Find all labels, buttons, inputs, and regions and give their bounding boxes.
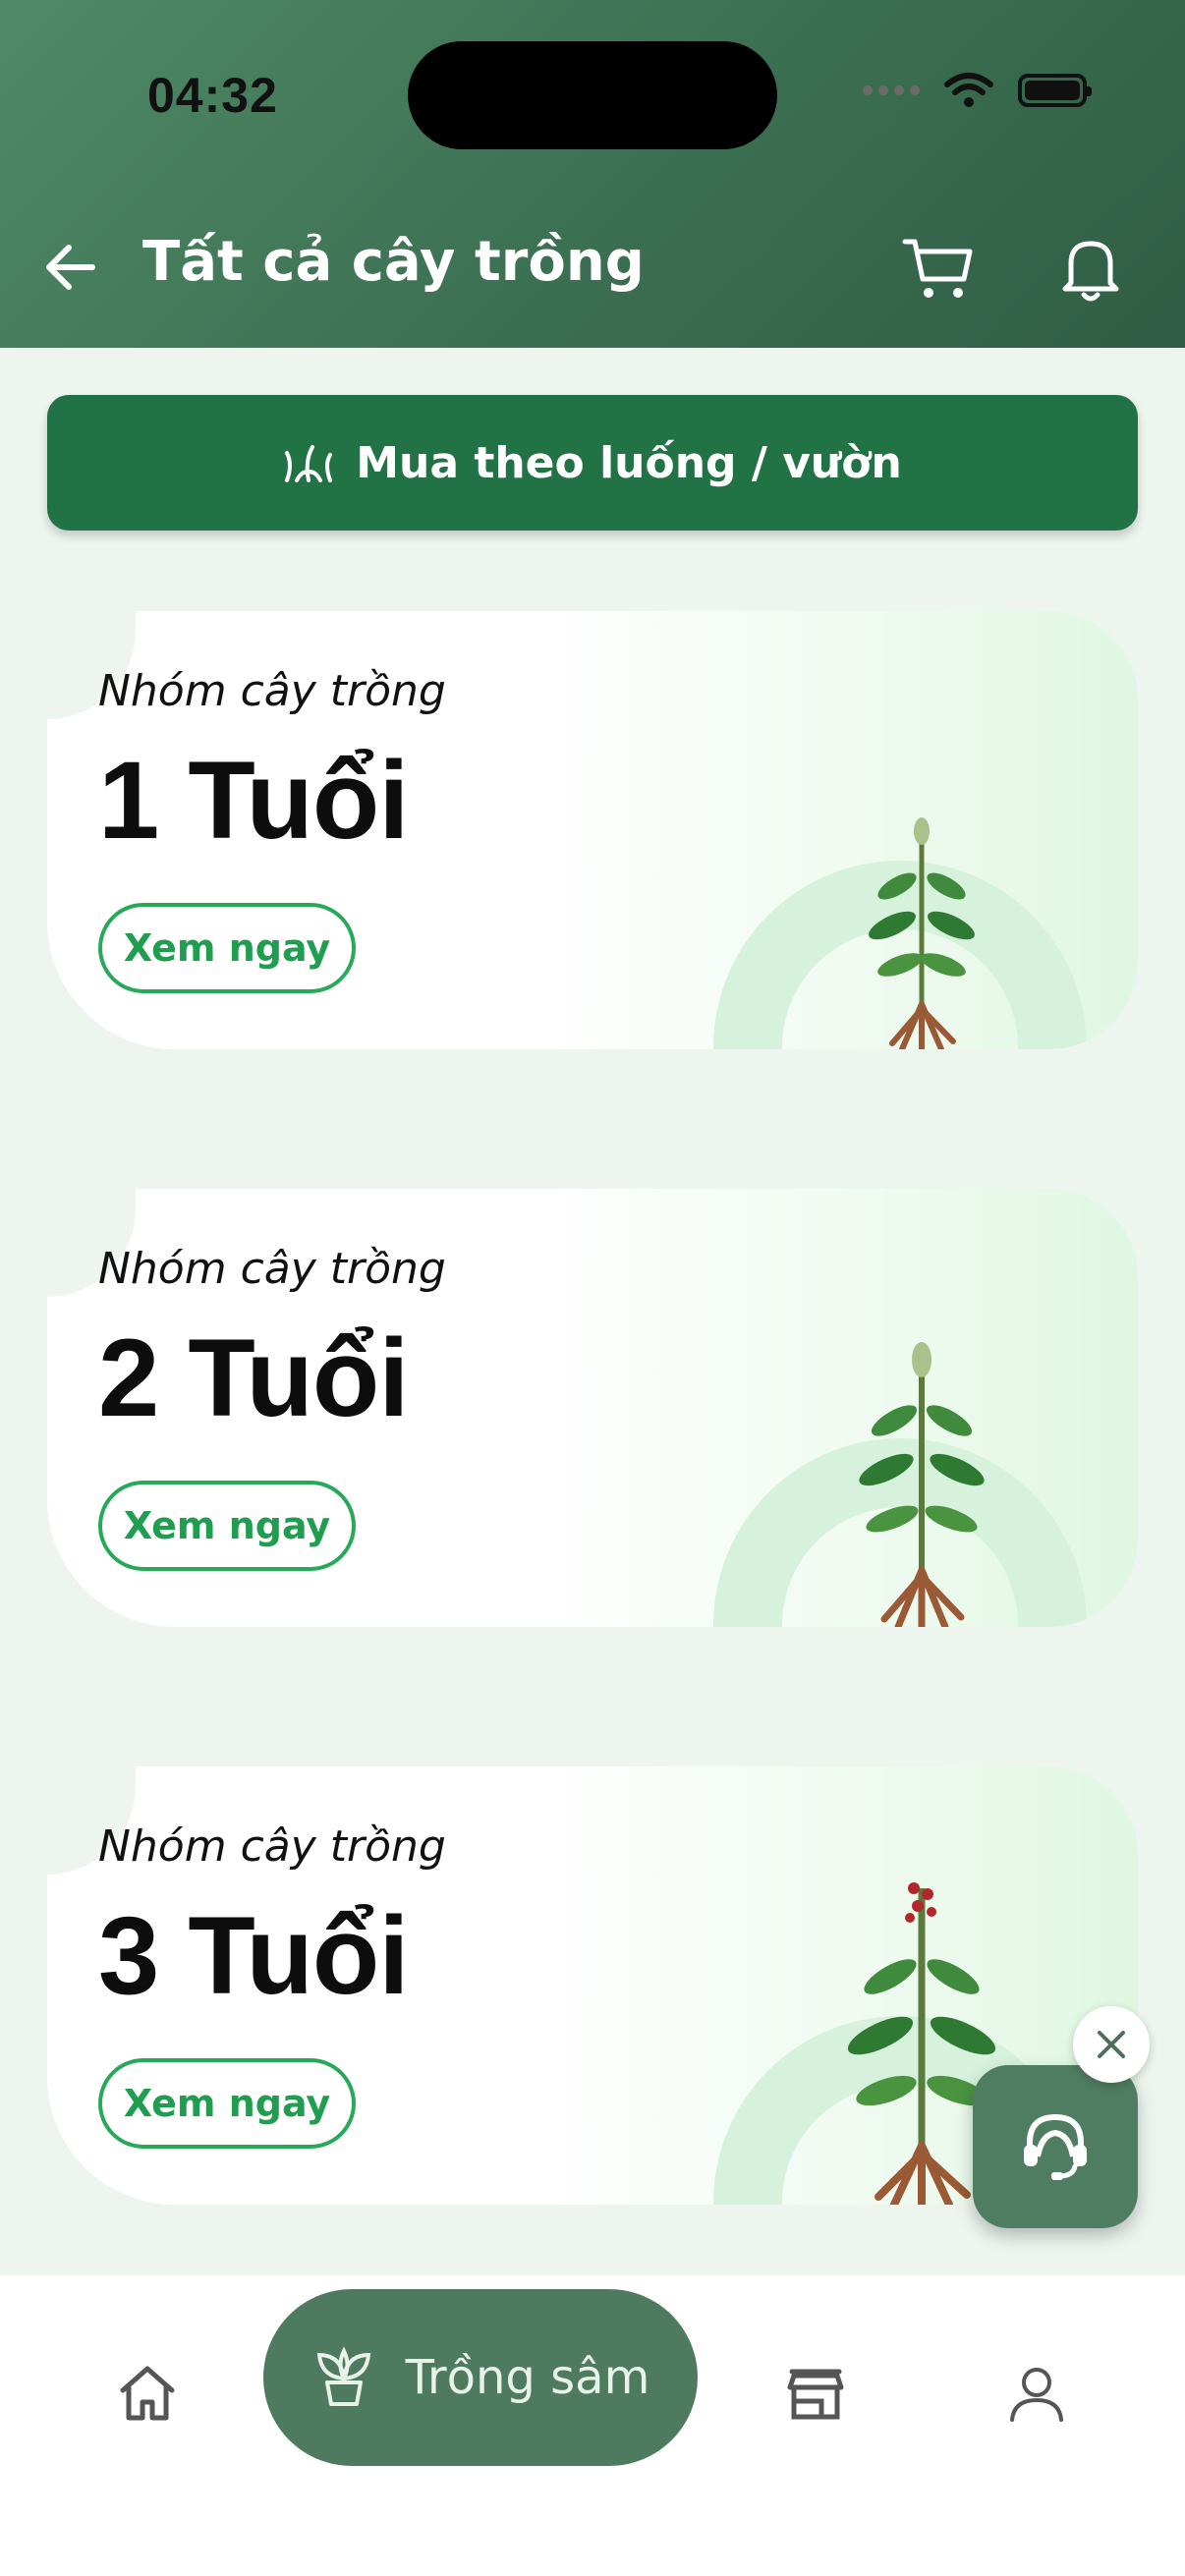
status-icons bbox=[863, 71, 1092, 110]
card-kicker: Nhóm cây trồng bbox=[98, 1244, 446, 1294]
card-kicker: Nhóm cây trồng bbox=[98, 666, 446, 716]
view-now-button[interactable]: Xem ngay bbox=[98, 2058, 356, 2149]
view-now-button[interactable]: Xem ngay bbox=[98, 1481, 356, 1571]
ginseng-plant-image bbox=[859, 1342, 985, 1627]
nav-store[interactable] bbox=[766, 2338, 865, 2448]
store-icon bbox=[787, 2369, 844, 2420]
wifi-icon bbox=[944, 73, 993, 107]
nav-home[interactable] bbox=[98, 2338, 197, 2448]
grass-icon bbox=[285, 445, 333, 482]
home-icon bbox=[120, 2366, 175, 2421]
status-time: 04:32 bbox=[147, 68, 278, 123]
page-title: Tất cả cây trồng bbox=[142, 230, 645, 294]
user-icon bbox=[1010, 2368, 1063, 2422]
close-support-button[interactable] bbox=[1073, 2006, 1150, 2083]
card-kicker: Nhóm cây trồng bbox=[98, 1821, 446, 1872]
battery-icon bbox=[1018, 74, 1092, 107]
support-chat-button[interactable] bbox=[973, 2065, 1138, 2228]
header-nav: Tất cả cây trồng bbox=[0, 216, 1185, 314]
bottom-navigation: Trồng sâm bbox=[0, 2275, 1185, 2576]
card-title: 3 Tuổi bbox=[98, 1894, 409, 2017]
plant-group-card-1[interactable]: Nhóm cây trồng 1 Tuổi Xem ngay bbox=[47, 611, 1138, 1049]
buy-by-garden-button[interactable]: Mua theo luống / vườn bbox=[47, 395, 1138, 531]
card-title: 1 Tuổi bbox=[98, 739, 409, 862]
back-arrow-icon[interactable] bbox=[39, 236, 102, 299]
buy-by-garden-label: Mua theo luống / vườn bbox=[356, 437, 902, 488]
nav-profile[interactable] bbox=[988, 2338, 1086, 2448]
nav-grow-ginseng-label: Trồng sâm bbox=[405, 2350, 650, 2405]
bell-icon[interactable] bbox=[1051, 228, 1130, 307]
ginseng-plant-image bbox=[869, 817, 975, 1049]
sprout-icon bbox=[316, 2346, 370, 2406]
cellular-signal-icon bbox=[863, 85, 920, 95]
view-now-button[interactable]: Xem ngay bbox=[98, 903, 356, 993]
card-title: 2 Tuổi bbox=[98, 1316, 409, 1439]
dynamic-island bbox=[408, 41, 777, 149]
cart-icon[interactable] bbox=[899, 228, 978, 307]
plant-group-card-2[interactable]: Nhóm cây trồng 2 Tuổi Xem ngay bbox=[47, 1189, 1138, 1627]
app-header: 04:32 Tất cả cây trồng bbox=[0, 0, 1185, 348]
nav-grow-ginseng[interactable]: Trồng sâm bbox=[263, 2289, 698, 2466]
support-agent-icon bbox=[1024, 2113, 1087, 2180]
close-icon bbox=[1098, 2031, 1125, 2058]
